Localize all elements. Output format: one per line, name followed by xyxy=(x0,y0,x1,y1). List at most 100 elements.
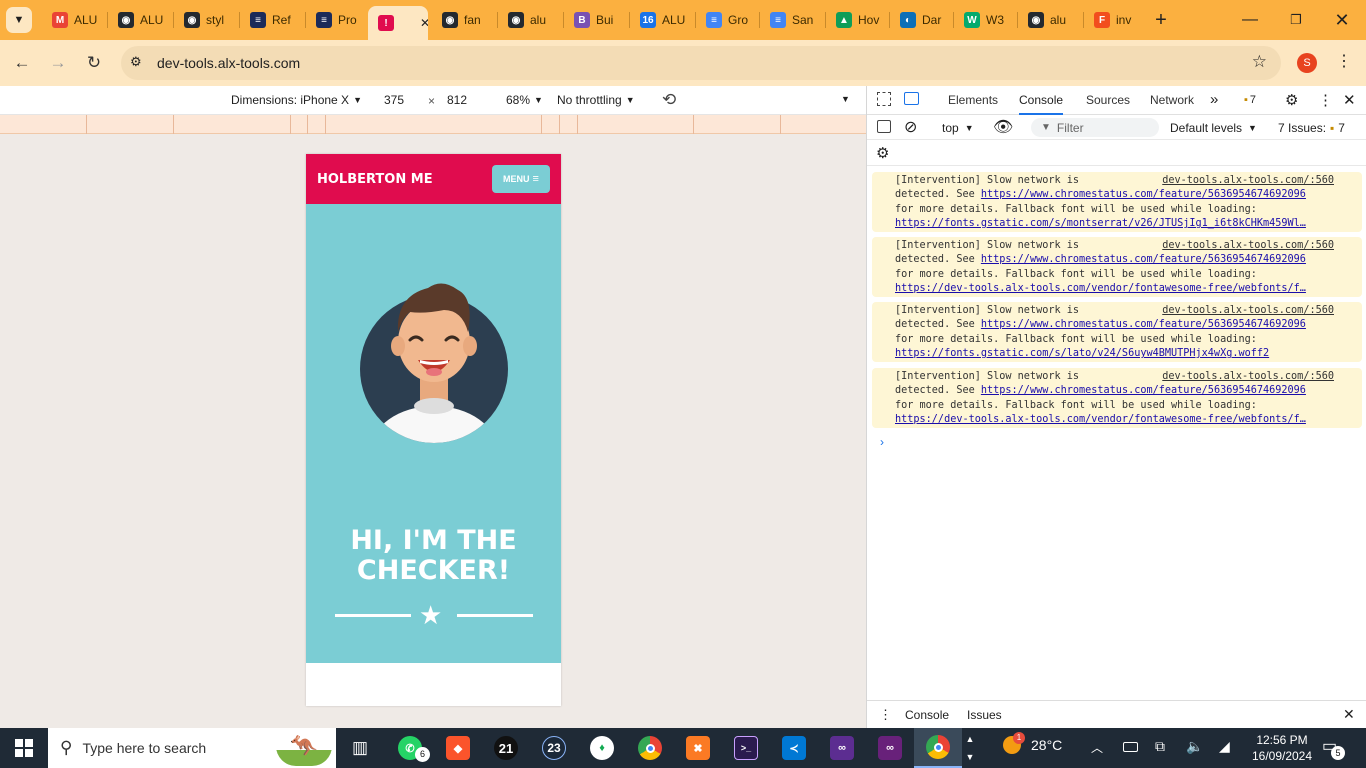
message-badge[interactable]: ▪ 7 xyxy=(1244,94,1256,106)
device-select[interactable]: Dimensions: iPhone X ▼ xyxy=(231,93,362,107)
sidebar-toggle-icon[interactable] xyxy=(877,120,891,133)
tab-network[interactable]: Network xyxy=(1150,86,1194,115)
font-url-link[interactable]: https://dev-tools.alx-tools.com/vendor/f… xyxy=(895,283,1306,294)
browser-tab[interactable]: M ALU xyxy=(42,6,106,34)
forward-button[interactable]: → xyxy=(44,49,72,77)
browser-tab[interactable]: Finv xyxy=(1084,6,1144,34)
taskbar-scroll-arrows[interactable]: ▲ ▼ xyxy=(962,730,978,766)
volume-icon[interactable]: 🔈 xyxy=(1186,738,1203,755)
browser-tab[interactable]: ◉ fan xyxy=(432,6,496,34)
device-toggle-icon[interactable] xyxy=(904,92,919,105)
bookmark-star-icon[interactable]: ☆ xyxy=(1252,52,1267,72)
tray-chevron-icon[interactable]: ︿ xyxy=(1091,739,1103,756)
browser-tab[interactable]: ≡ San xyxy=(760,6,824,34)
message-source-link[interactable]: dev-tools.alx-tools.com/:560 xyxy=(1162,304,1334,318)
chrome-active-app[interactable] xyxy=(914,728,962,768)
rotate-icon[interactable]: ⟲ xyxy=(662,90,676,110)
console-settings-icon[interactable]: ⚙ xyxy=(876,144,889,162)
width-input[interactable]: 375 xyxy=(384,93,404,107)
restore-button[interactable]: ❐ xyxy=(1273,0,1319,40)
reload-button[interactable]: ↻ xyxy=(80,49,108,77)
drawer-tab-console[interactable]: Console xyxy=(905,708,949,722)
chromestatus-link[interactable]: https://www.chromestatus.com/feature/563… xyxy=(981,385,1306,396)
console-warning-message[interactable]: [Intervention] Slow network is dev-tools.… xyxy=(872,237,1362,297)
throttling-select[interactable]: No throttling ▼ xyxy=(557,93,635,107)
browser-tab[interactable]: ▲ Hov xyxy=(826,6,888,34)
back-button[interactable]: ← xyxy=(8,49,36,77)
chromestatus-link[interactable]: https://www.chromestatus.com/feature/563… xyxy=(981,254,1306,265)
height-input[interactable]: 812 xyxy=(447,93,467,107)
drawer-menu-icon[interactable]: ⋮ xyxy=(879,707,892,723)
tab-elements[interactable]: Elements xyxy=(948,86,998,115)
chromestatus-link[interactable]: https://www.chromestatus.com/feature/563… xyxy=(981,319,1306,330)
console-warning-message[interactable]: [Intervention] Slow network is dev-tools.… xyxy=(872,368,1362,428)
device-toolbar-more-icon[interactable]: ▼ xyxy=(841,94,850,104)
devtools-close-icon[interactable]: ✕ xyxy=(1343,91,1356,109)
whatsapp-app[interactable]: ✆ 6 xyxy=(386,728,434,768)
clock[interactable]: 12:56 PM 16/09/2024 xyxy=(1250,732,1314,764)
font-url-link[interactable]: https://fonts.gstatic.com/s/lato/v24/S6u… xyxy=(895,348,1269,359)
wifi-icon[interactable]: ◢ xyxy=(1219,738,1230,755)
browser-tab[interactable]: ◉ styl xyxy=(174,6,238,34)
browser-tab[interactable]: W W3 xyxy=(954,6,1016,34)
browser-tab[interactable]: ! ✕ xyxy=(368,6,428,40)
console-warning-message[interactable]: [Intervention] Slow network is dev-tools.… xyxy=(872,302,1362,362)
mongodb-app[interactable]: ♦ xyxy=(578,728,626,768)
message-source-link[interactable]: dev-tools.alx-tools.com/:560 xyxy=(1162,174,1334,188)
app-23[interactable]: 23 xyxy=(530,728,578,768)
browser-tab[interactable]: 16 ALU xyxy=(630,6,694,34)
drawer-tab-issues[interactable]: Issues xyxy=(967,708,1002,722)
profile-avatar[interactable]: S xyxy=(1297,53,1317,73)
drawer-close-icon[interactable]: ✕ xyxy=(1343,706,1355,723)
browser-tab[interactable]: ◉ alu xyxy=(1018,6,1082,34)
zoom-select[interactable]: 68% ▼ xyxy=(506,93,543,107)
inspect-element-icon[interactable] xyxy=(877,92,891,106)
browser-tab[interactable]: B Bui xyxy=(564,6,628,34)
browser-tab[interactable]: ≡ Ref xyxy=(240,6,304,34)
devtools-settings-icon[interactable]: ⚙ xyxy=(1285,91,1298,109)
browser-tab[interactable]: ◐ Dar xyxy=(890,6,952,34)
chromestatus-link[interactable]: https://www.chromestatus.com/feature/563… xyxy=(981,189,1306,200)
visual-studio-app[interactable]: ∞ xyxy=(866,728,914,768)
brave-app[interactable]: ◆ xyxy=(434,728,482,768)
console-warning-message[interactable]: [Intervention] Slow network is dev-tools.… xyxy=(872,172,1362,232)
tab-sources[interactable]: Sources xyxy=(1086,86,1130,115)
vs-preview-app[interactable]: ∞ xyxy=(818,728,866,768)
live-expression-eye-icon[interactable]: 👁 xyxy=(993,117,1013,137)
issues-counter[interactable]: 7 Issues: ▪ 7 xyxy=(1278,121,1345,135)
vscode-app[interactable]: ≺ xyxy=(770,728,818,768)
camera-tray-icon[interactable]: ⧉ xyxy=(1155,738,1165,755)
browser-tab[interactable]: ≡ Pro xyxy=(306,6,366,34)
close-window-button[interactable]: ✕ xyxy=(1319,0,1365,40)
address-bar[interactable]: ⚙ dev-tools.alx-tools.com ☆ xyxy=(121,46,1281,80)
levels-select[interactable]: Default levels ▼ xyxy=(1170,121,1257,135)
menu-button[interactable]: MENU ≡ xyxy=(492,165,550,193)
message-source-link[interactable]: dev-tools.alx-tools.com/:560 xyxy=(1162,239,1334,253)
tab-search-button[interactable]: ▼ xyxy=(6,7,32,33)
battery-icon[interactable] xyxy=(1123,742,1138,752)
font-url-link[interactable]: https://fonts.gstatic.com/s/montserrat/v… xyxy=(895,218,1306,229)
browser-tab[interactable]: ◉ ALU xyxy=(108,6,172,34)
chrome-app[interactable] xyxy=(626,728,674,768)
browser-tab[interactable]: ≡ Gro xyxy=(696,6,758,34)
font-url-link[interactable]: https://dev-tools.alx-tools.com/vendor/f… xyxy=(895,414,1306,425)
devtools-menu-icon[interactable]: ⋮ xyxy=(1318,91,1333,109)
context-select[interactable]: top ▼ xyxy=(942,121,974,135)
message-source-link[interactable]: dev-tools.alx-tools.com/:560 xyxy=(1162,370,1334,384)
browser-tab[interactable]: ◉ alu xyxy=(498,6,562,34)
close-tab-icon[interactable]: ✕ xyxy=(420,16,428,30)
taskbar-search-box[interactable]: ⚲ Type here to search 🦘 xyxy=(48,728,336,768)
console-prompt-icon[interactable]: › xyxy=(880,435,884,449)
terminal-app[interactable]: >_ xyxy=(722,728,770,768)
arrow-up-icon[interactable]: ▲ xyxy=(962,730,978,748)
site-info-icon[interactable]: ⚙ xyxy=(130,54,142,70)
tab-console[interactable]: Console xyxy=(1019,86,1064,115)
app-21[interactable]: 21 xyxy=(482,728,530,768)
more-tabs-icon[interactable]: » xyxy=(1210,91,1218,108)
media-query-bar[interactable] xyxy=(0,115,866,134)
new-tab-button[interactable]: + xyxy=(1148,7,1174,33)
browser-menu-icon[interactable]: ⋮ xyxy=(1336,53,1352,71)
filter-input[interactable]: ▼ Filter xyxy=(1031,118,1159,137)
site-brand[interactable]: HOLBERTON ME xyxy=(317,172,433,187)
xampp-app[interactable]: ✖ xyxy=(674,728,722,768)
